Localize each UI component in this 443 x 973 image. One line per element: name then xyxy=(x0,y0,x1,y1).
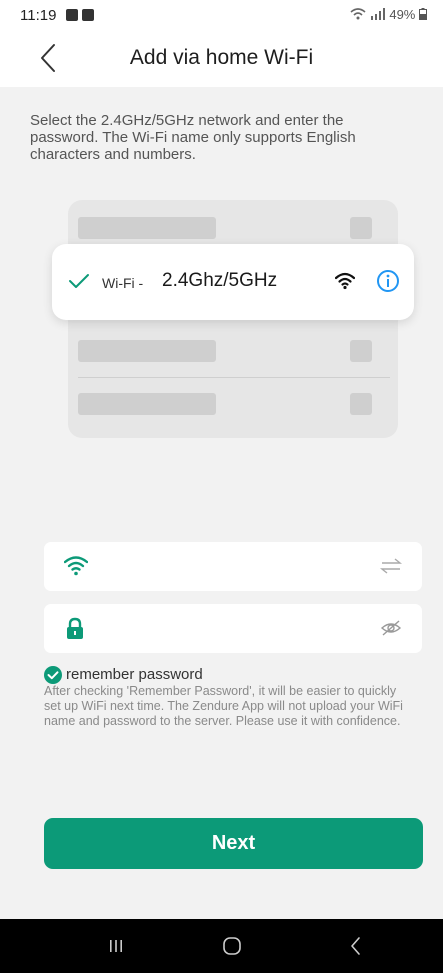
checkbox-checked-icon xyxy=(44,666,62,684)
notification-icon xyxy=(82,9,94,21)
recents-button[interactable] xyxy=(108,933,124,959)
wifi-example-card: Wi-Fi - 2.4Ghz/5GHz xyxy=(52,244,414,320)
battery-level: 49% xyxy=(389,7,416,22)
eye-off-icon[interactable] xyxy=(380,619,402,637)
placeholder-square xyxy=(350,217,372,239)
wifi-icon xyxy=(64,556,88,576)
placeholder-bar xyxy=(78,393,216,415)
wifi-signal-icon xyxy=(350,8,366,20)
next-button[interactable]: Next xyxy=(44,818,423,869)
system-back-button[interactable] xyxy=(348,933,364,959)
status-right: 49% xyxy=(350,7,427,22)
wifi-band: 2.4Ghz/5GHz xyxy=(162,270,278,291)
check-icon xyxy=(69,274,89,288)
instructions-text: Select the 2.4GHz/5GHz network and enter… xyxy=(30,112,356,163)
placeholder-bar xyxy=(78,217,216,239)
back-arrow-icon xyxy=(351,937,360,955)
header: Add via home Wi-Fi xyxy=(0,32,443,87)
password-field xyxy=(44,604,422,655)
info-icon xyxy=(377,270,399,292)
password-input[interactable] xyxy=(102,604,356,655)
wifi-name-field xyxy=(44,542,422,593)
placeholder-bar xyxy=(78,340,216,362)
image-notification-icon xyxy=(66,9,78,21)
wifi-name-input[interactable] xyxy=(102,542,356,593)
content-area: Select the 2.4GHz/5GHz network and enter… xyxy=(0,87,443,919)
page-title: Add via home Wi-Fi xyxy=(129,46,314,69)
battery-icon xyxy=(419,8,427,20)
placeholder-divider xyxy=(78,377,390,378)
recents-icon xyxy=(110,940,122,952)
lock-icon xyxy=(67,617,83,639)
swap-icon[interactable] xyxy=(380,557,402,575)
remember-password-label: remember password xyxy=(66,666,203,683)
remember-password-hint: After checking 'Remember Password', it w… xyxy=(44,684,403,728)
cell-signal-icon xyxy=(370,8,385,20)
status-bar: 11:19 49% xyxy=(0,0,443,32)
system-nav-bar xyxy=(0,919,443,973)
wifi-prefix: Wi-Fi - xyxy=(102,275,144,291)
placeholder-square xyxy=(350,340,372,362)
status-time: 11:19 xyxy=(20,7,57,24)
home-icon xyxy=(223,937,241,955)
wifi-icon xyxy=(335,272,355,290)
placeholder-square xyxy=(350,393,372,415)
home-button[interactable] xyxy=(221,933,243,959)
